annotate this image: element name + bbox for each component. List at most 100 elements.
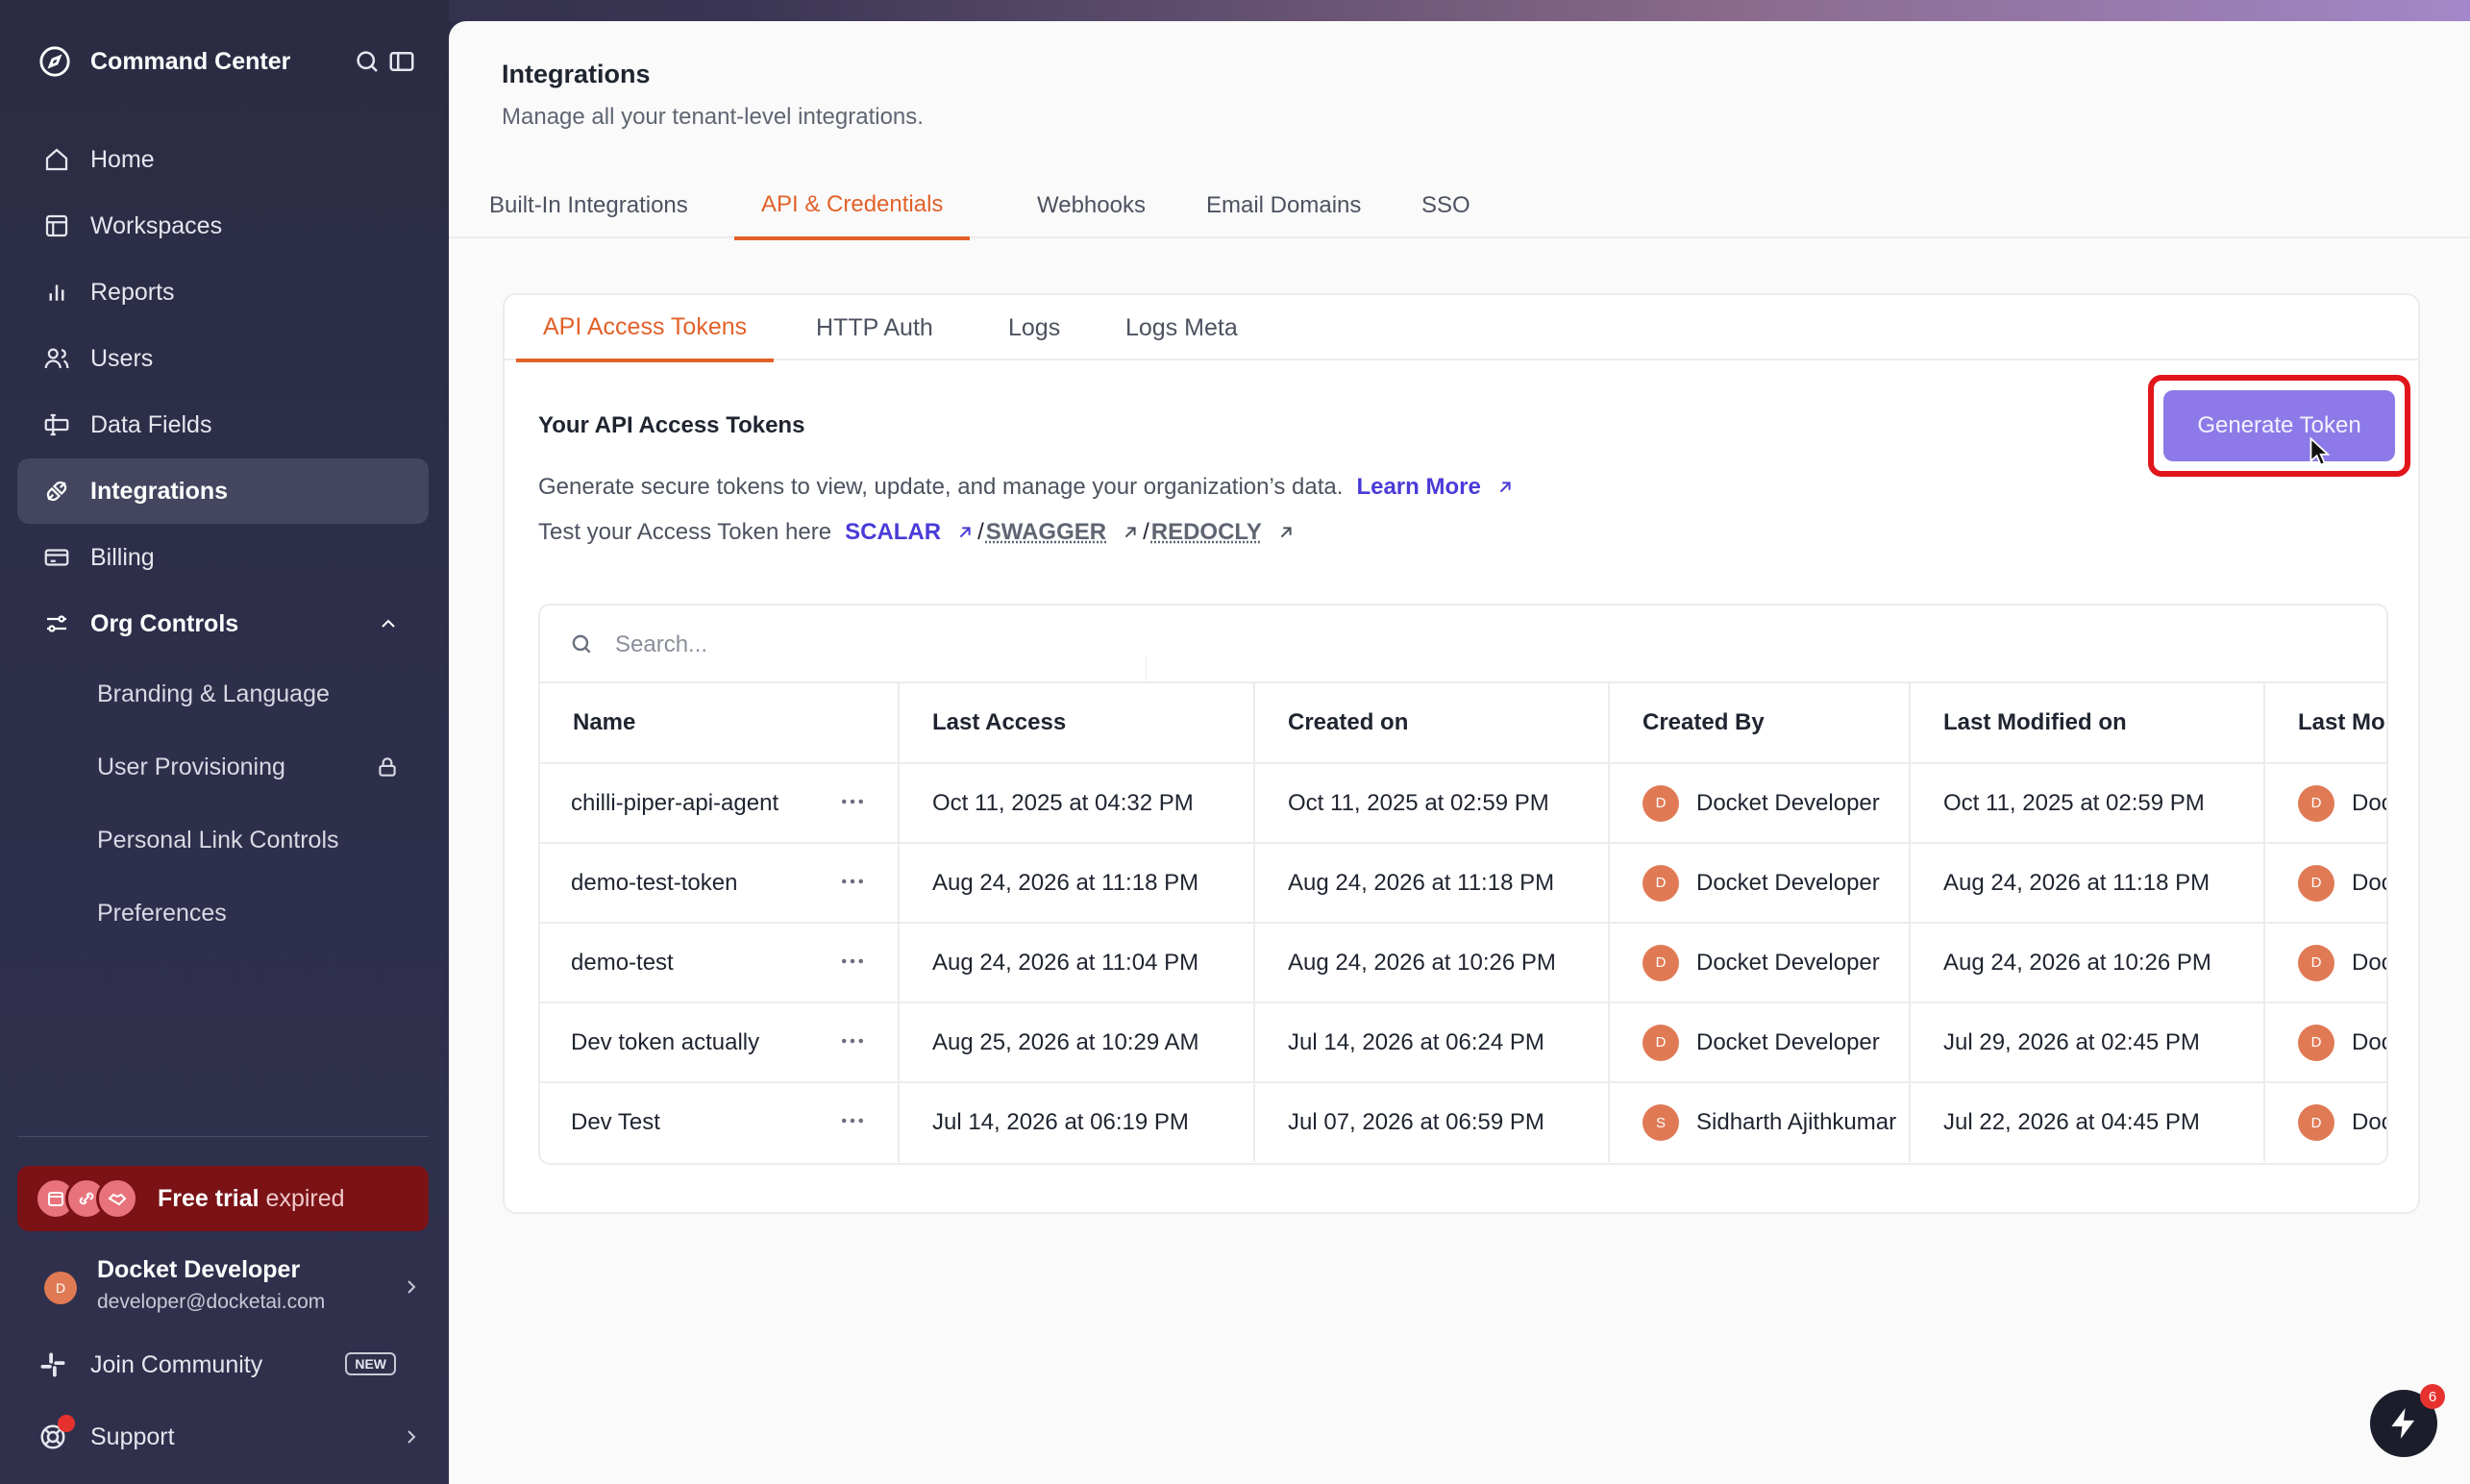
sidebar-toggle-icon[interactable] <box>387 47 416 76</box>
table-row[interactable]: Dev token actually Aug 25, 2026 at 10:29… <box>540 1002 2386 1083</box>
redocly-link[interactable]: REDOCLY <box>1151 519 1262 546</box>
more-options-icon[interactable] <box>838 787 867 816</box>
subtab-logs-meta[interactable]: Logs Meta <box>1099 295 1265 360</box>
sidebar-subitem-branding[interactable]: Branding & Language <box>17 657 429 730</box>
avatar: D <box>2298 784 2334 822</box>
more-options-icon[interactable] <box>838 1026 867 1055</box>
chevron-up-icon[interactable] <box>377 612 400 635</box>
free-trial-banner[interactable]: Free trial expired <box>17 1166 429 1231</box>
person-name: Doc <box>2352 869 2386 896</box>
token-name-cell: Dev token actually <box>540 1002 900 1083</box>
avatar: D <box>2298 944 2334 981</box>
table-header-row: Name Last Access Created on Created By L… <box>540 683 2386 764</box>
quick-action-button[interactable]: 6 <box>2370 1384 2445 1457</box>
created-on-cell: Oct 11, 2025 at 02:59 PM <box>1254 763 1610 844</box>
generate-token-button[interactable]: Generate Token <box>2163 390 2395 461</box>
created-by-cell: D Docket Developer <box>1609 843 1911 924</box>
description-text: Generate secure tokens to view, update, … <box>538 474 1344 500</box>
last-modified-cell: Jul 29, 2026 at 02:45 PM <box>1910 1002 2265 1083</box>
sidebar-subitem-personal-link-controls[interactable]: Personal Link Controls <box>17 804 429 877</box>
last-modified-cell: Aug 24, 2026 at 11:18 PM <box>1910 843 2265 924</box>
token-name-cell: Dev Test <box>540 1082 900 1162</box>
sidebar-subitem-label: User Provisioning <box>97 753 285 780</box>
person: S Sidharth Ajithkumar <box>1643 1104 1908 1141</box>
sidebar-item-label: Billing <box>90 543 155 571</box>
org-controls-label: Org Controls <box>90 609 239 637</box>
more-options-icon[interactable] <box>838 1106 867 1135</box>
subtab-http-auth[interactable]: HTTP Auth <box>789 295 960 360</box>
data-fields-icon <box>44 413 69 436</box>
sidebar-item-billing[interactable]: Billing <box>17 525 429 590</box>
more-options-icon[interactable] <box>838 867 867 896</box>
tab-built-in-integrations[interactable]: Built-In Integrations <box>462 173 715 238</box>
scalar-link[interactable]: SCALAR <box>845 519 941 546</box>
person-name: Sidharth Ajithkumar <box>1696 1109 1897 1135</box>
sidebar-item-users[interactable]: Users <box>17 326 429 391</box>
chevron-right-icon <box>408 1280 416 1294</box>
swagger-link[interactable]: SWAGGER <box>986 519 1106 546</box>
user-profile[interactable]: D Docket Developer developer@docketai.co… <box>38 1254 423 1322</box>
sidebar-divider <box>17 1136 429 1137</box>
subtab-api-access-tokens[interactable]: API Access Tokens <box>516 295 775 362</box>
description-line: Generate secure tokens to view, update, … <box>538 474 1516 501</box>
column-header-last-modified-on[interactable]: Last Modified on <box>1910 683 2265 764</box>
last-modified-by-cell: D Doc <box>2264 1082 2386 1162</box>
token-name-cell: demo-test <box>540 923 900 1003</box>
tab-sso[interactable]: SSO <box>1395 173 1497 238</box>
column-header-last-modified-by[interactable]: Last Mo <box>2264 683 2386 764</box>
test-token-text: Test your Access Token here <box>538 519 832 545</box>
person: D Doc <box>2298 864 2386 902</box>
sidebar-item-workspaces[interactable]: Workspaces <box>17 193 429 259</box>
table-search <box>540 606 2386 683</box>
join-community-label: Join Community <box>90 1350 263 1378</box>
created-by-cell: D Docket Developer <box>1609 763 1911 844</box>
learn-more-link[interactable]: Learn More <box>1356 474 1480 501</box>
generate-token-highlight: Generate Token <box>2148 375 2410 477</box>
integrations-icon <box>46 481 67 502</box>
reports-icon <box>49 284 64 301</box>
tab-webhooks[interactable]: Webhooks <box>1010 173 1173 238</box>
sidebar-item-home[interactable]: Home <box>17 127 429 192</box>
sidebar-subitem-label: Branding & Language <box>97 680 330 707</box>
join-community-link[interactable]: Join Community NEW <box>38 1344 423 1386</box>
table-row[interactable]: chilli-piper-api-agent Oct 11, 2025 at 0… <box>540 763 2386 844</box>
last-modified-cell: Oct 11, 2025 at 02:59 PM <box>1910 763 2265 844</box>
sidebar-item-label: Workspaces <box>90 211 223 239</box>
column-header-created-by[interactable]: Created By <box>1609 683 1911 764</box>
sidebar-subitem-user-provisioning[interactable]: User Provisioning <box>17 730 429 804</box>
tab-email-domains[interactable]: Email Domains <box>1179 173 1388 238</box>
person-name: Doc <box>2352 789 2386 816</box>
created-on-cell: Jul 14, 2026 at 06:24 PM <box>1254 1002 1610 1083</box>
sidebar-subitem-preferences[interactable]: Preferences <box>17 877 429 950</box>
person-name: Doc <box>2352 949 2386 976</box>
sidebar-item-data-fields[interactable]: Data Fields <box>17 392 429 458</box>
subtab-logs[interactable]: Logs <box>981 295 1087 360</box>
sidebar-subitem-label: Personal Link Controls <box>97 826 339 853</box>
table-row[interactable]: Dev Test Jul 14, 2026 at 06:19 PM Jul 07… <box>540 1082 2386 1162</box>
table-row[interactable]: demo-test Aug 24, 2026 at 11:04 PM Aug 2… <box>540 923 2386 1003</box>
external-link-icon <box>1280 527 1292 538</box>
section-title: Your API Access Tokens <box>538 412 805 438</box>
support-link[interactable]: Support <box>38 1415 423 1458</box>
more-options-icon[interactable] <box>838 947 867 976</box>
search-input[interactable] <box>615 623 1153 667</box>
column-header-last-access[interactable]: Last Access <box>899 683 1255 764</box>
billing-icon <box>44 549 69 566</box>
column-header-name[interactable]: Name <box>540 683 900 764</box>
tab-api-credentials[interactable]: API & Credentials <box>734 173 971 240</box>
person: D Doc <box>2298 1104 2386 1141</box>
trial-avatars <box>35 1177 138 1220</box>
sidebar-item-integrations[interactable]: Integrations <box>17 458 429 524</box>
table-row[interactable]: demo-test-token Aug 24, 2026 at 11:18 PM… <box>540 843 2386 924</box>
column-header-created-on[interactable]: Created on <box>1254 683 1610 764</box>
support-label: Support <box>90 1422 175 1450</box>
person: D Docket Developer <box>1643 1024 1908 1061</box>
person: D Doc <box>2298 784 2386 822</box>
created-by-cell: S Sidharth Ajithkumar <box>1609 1082 1911 1162</box>
sidebar-item-reports[interactable]: Reports <box>17 260 429 325</box>
search-icon[interactable] <box>353 47 382 76</box>
sidebar-nav: Home Workspaces Reports Users Data Field… <box>17 127 429 950</box>
sidebar-section-org-controls[interactable]: Org Controls <box>17 591 429 656</box>
sidebar-item-label: Home <box>90 145 155 173</box>
lightning-bolt-icon <box>2391 1408 2415 1439</box>
